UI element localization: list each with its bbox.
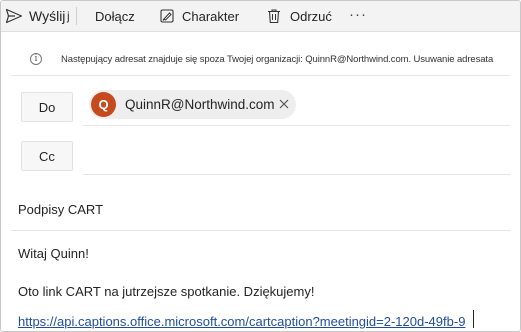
cc-label: Cc [39, 148, 55, 164]
cart-link[interactable]: https://api.captions.office.microsoft.co… [18, 314, 465, 329]
send-options-button[interactable]: j [67, 1, 70, 31]
cc-row-divider [83, 174, 510, 175]
cc-button[interactable]: Cc [21, 141, 73, 171]
body-message[interactable]: Oto link CART na jutrzejsze spotkanie. D… [18, 284, 314, 299]
avatar: Q [91, 92, 116, 117]
external-recipient-banner: i Następujący adresat znajduje się spoza… [11, 43, 510, 76]
recipient-chip[interactable]: Q QuinnR@Northwind.com [89, 90, 296, 119]
chevron-down-icon: j [67, 9, 70, 23]
send-button[interactable]: Wyślij [5, 1, 65, 31]
compose-window: Wyślij j Dołącz Charakter Odrzuć ··· i N… [0, 0, 521, 332]
discard-label: Odrzuć [290, 8, 332, 24]
style-button[interactable]: Charakter [159, 1, 239, 31]
send-label: Wyślij [29, 8, 66, 24]
paintbrush-icon [159, 8, 175, 24]
to-row-divider [83, 125, 510, 126]
send-split-divider [76, 7, 77, 25]
more-icon: ··· [349, 5, 367, 23]
send-icon [5, 8, 23, 24]
to-label: Do [38, 99, 56, 115]
banner-text: Następujący adresat znajduje się spoza T… [61, 54, 494, 65]
recipient-email: QuinnR@Northwind.com [125, 97, 275, 112]
text-cursor [473, 310, 474, 328]
more-options-button[interactable]: ··· [349, 1, 367, 29]
info-icon: i [30, 53, 42, 65]
subject-divider [11, 230, 510, 231]
trash-icon [267, 8, 281, 24]
style-label: Charakter [182, 8, 240, 24]
close-icon[interactable] [277, 97, 291, 111]
compose-toolbar: Wyślij j Dołącz Charakter Odrzuć ··· [1, 1, 520, 32]
subject-field[interactable]: Podpisy CART [18, 202, 103, 217]
to-button[interactable]: Do [21, 92, 73, 122]
discard-button[interactable]: Odrzuć [267, 1, 332, 31]
attach-button[interactable]: Dołącz [95, 1, 135, 31]
attach-label: Dołącz [95, 8, 135, 24]
body-greeting[interactable]: Witaj Quinn! [18, 246, 89, 261]
